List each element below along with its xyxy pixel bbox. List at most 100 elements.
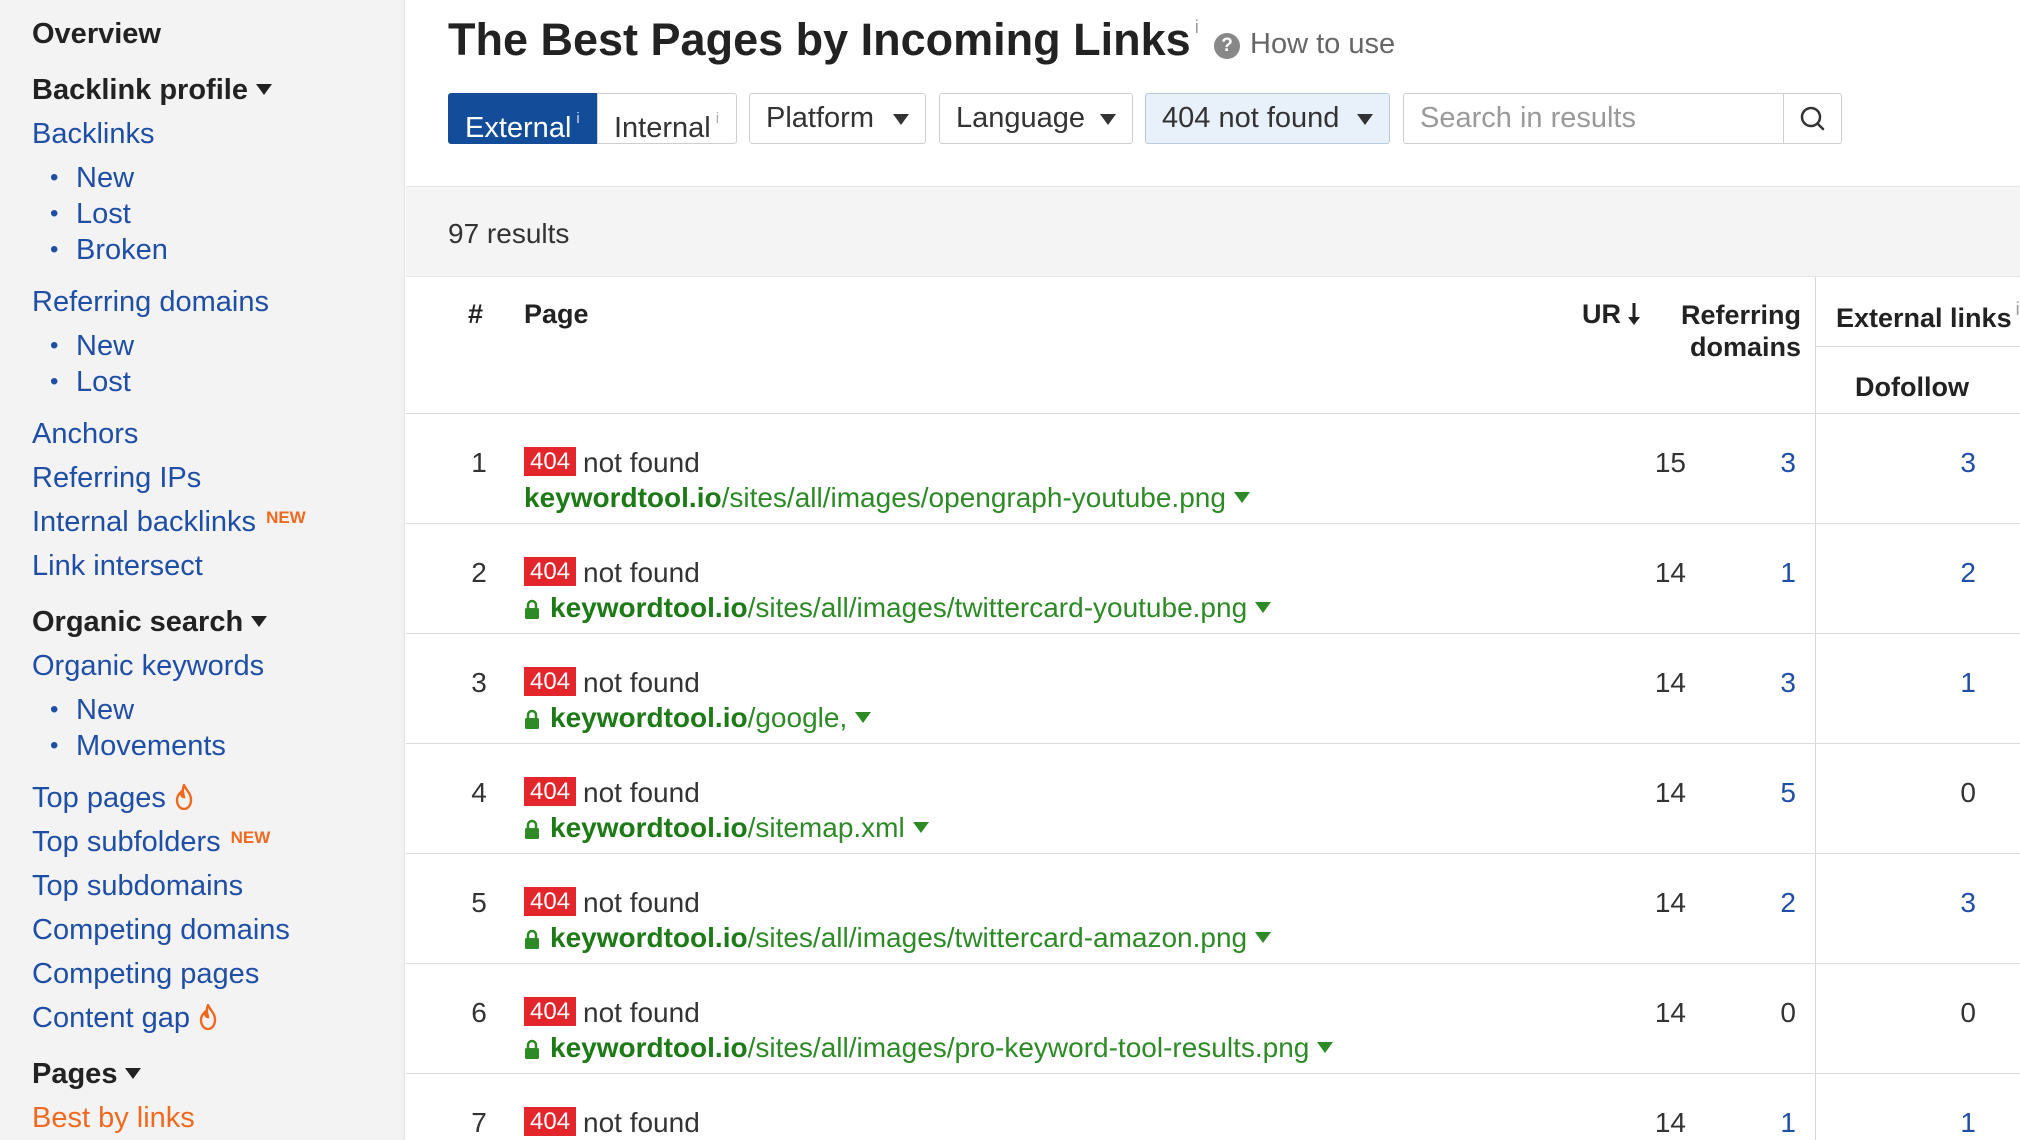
referring-domains-link[interactable]: 2 — [1716, 887, 1796, 919]
url-domain: keywordtool.io — [550, 702, 748, 733]
status-text: not found — [583, 557, 700, 588]
referring-domains-link[interactable]: 1 — [1716, 1107, 1796, 1139]
url-domain: keywordtool.io — [550, 812, 748, 843]
sidebar-item-content-gap[interactable]: Content gap — [32, 1002, 218, 1035]
sidebar-item-link-intersect[interactable]: Link intersect — [32, 550, 203, 583]
column-header-label: External links — [1836, 303, 2012, 333]
dofollow-link[interactable]: 1 — [1896, 1107, 1976, 1139]
lock-icon — [525, 929, 539, 949]
dofollow-link[interactable]: 3 — [1896, 887, 1976, 919]
internal-label: Internal — [614, 112, 711, 144]
dofollow-link[interactable]: 2 — [1896, 557, 1976, 589]
caret-down-icon[interactable] — [855, 712, 872, 724]
page-url-link[interactable]: keywordtool.io/sites/all/images/twitterc… — [524, 922, 1272, 954]
status-code-badge: 404 — [524, 1107, 577, 1136]
sidebar-item-backlinks-new[interactable]: New — [50, 162, 134, 195]
caret-down-icon[interactable] — [1317, 1042, 1334, 1054]
search-input[interactable] — [1403, 93, 1784, 144]
column-header-external-links: External links i — [1836, 299, 2020, 334]
column-header-line: domains — [1689, 332, 1801, 362]
sidebar-item-organic-keywords[interactable]: Organic keywords — [32, 650, 264, 683]
sidebar-item-competing-domains[interactable]: Competing domains — [32, 914, 290, 947]
column-header-page: Page — [524, 299, 589, 329]
row-number: 1 — [471, 447, 487, 478]
external-toggle[interactable]: External i — [448, 93, 598, 144]
sidebar-item-label: Content gap — [32, 1002, 191, 1034]
sidebar-item-best-by-links[interactable]: Best by links — [32, 1102, 195, 1135]
sidebar-item-competing-pages[interactable]: Competing pages — [32, 958, 259, 991]
question-icon: ? — [1214, 33, 1240, 59]
status-code-badge: 404 — [524, 667, 577, 696]
url-domain: keywordtool.io — [524, 482, 722, 513]
sidebar-item-internal-backlinks[interactable]: Internal backlinks NEW — [32, 506, 306, 539]
sidebar-item-referring-ips[interactable]: Referring IPs — [32, 462, 201, 495]
page-url-link[interactable]: keywordtool.io/sites/all/images/opengrap… — [524, 482, 1250, 514]
sidebar-item-refdomains-lost[interactable]: Lost — [50, 366, 131, 399]
results-table: # Page UR Referring domains External link… — [406, 277, 2020, 1140]
row-number: 3 — [471, 667, 487, 698]
status-label: 404 not found — [1162, 102, 1340, 134]
search-button[interactable] — [1783, 93, 1842, 144]
dofollow-link[interactable]: 1 — [1896, 667, 1976, 699]
caret-down-icon — [893, 114, 909, 125]
status-text: not found — [583, 447, 700, 478]
ur-value: 14 — [1654, 997, 1686, 1028]
caret-down-icon[interactable] — [1255, 602, 1272, 614]
search-icon — [1800, 106, 1825, 131]
sidebar-item-backlinks[interactable]: Backlinks — [32, 118, 155, 151]
caret-down-icon — [255, 83, 272, 95]
caret-down-icon[interactable] — [1255, 932, 1272, 944]
column-header-referring-domains[interactable]: Referring domains — [1676, 299, 1801, 363]
sidebar-item-referring-domains[interactable]: Referring domains — [32, 286, 269, 319]
sidebar-section-backlink-profile[interactable]: Backlink profile — [32, 74, 272, 107]
column-header-ur[interactable]: UR — [1582, 299, 1642, 330]
platform-dropdown[interactable]: Platform — [749, 93, 926, 144]
header-divider — [1815, 346, 2020, 347]
dofollow-link[interactable]: 3 — [1896, 447, 1976, 479]
language-dropdown[interactable]: Language — [939, 93, 1133, 144]
lock-icon — [525, 1039, 539, 1059]
caret-down-icon[interactable] — [912, 822, 929, 834]
status-text: not found — [583, 777, 700, 808]
page-url-link[interactable]: keywordtool.io/sites/all/images/twitterc… — [524, 592, 1272, 624]
status-code-badge: 404 — [524, 777, 577, 806]
how-to-use-link[interactable]: ? How to use — [1214, 28, 1395, 61]
info-icon: i — [576, 110, 580, 127]
referring-domains-link[interactable]: 3 — [1716, 447, 1796, 479]
internal-toggle[interactable]: Internal i — [597, 93, 737, 144]
caret-down-icon[interactable] — [1233, 492, 1250, 504]
sidebar-item-organic-new[interactable]: New — [50, 694, 134, 727]
dofollow-value: 0 — [1960, 777, 1976, 808]
sidebar-item-organic-movements[interactable]: Movements — [50, 730, 226, 763]
sidebar-section-organic-search[interactable]: Organic search — [32, 606, 268, 639]
page-url-link[interactable]: keywordtool.io/sites/all/images/pro-keyw… — [524, 1032, 1334, 1064]
url-domain: keywordtool.io — [550, 592, 748, 623]
sidebar-item-top-pages[interactable]: Top pages — [32, 782, 194, 815]
sidebar-item-anchors[interactable]: Anchors — [32, 418, 138, 451]
page-url-link[interactable]: keywordtool.io/sitemap.xml — [524, 812, 929, 844]
info-icon[interactable]: i — [1195, 17, 1199, 37]
sidebar: Overview Backlink profile Backlinks New … — [0, 0, 405, 1140]
url-path: /sitemap.xml — [747, 812, 905, 843]
page-url-link[interactable]: keywordtool.io/google, — [524, 702, 872, 734]
referring-domains-link[interactable]: 5 — [1716, 777, 1796, 809]
caret-down-icon — [251, 615, 268, 627]
sidebar-item-overview[interactable]: Overview — [32, 18, 161, 51]
row-number: 7 — [471, 1107, 487, 1138]
sidebar-item-backlinks-broken[interactable]: Broken — [50, 234, 168, 267]
sidebar-item-top-subdomains[interactable]: Top subdomains — [32, 870, 243, 903]
sidebar-item-refdomains-new[interactable]: New — [50, 330, 134, 363]
status-dropdown[interactable]: 404 not found — [1145, 93, 1390, 144]
table-row: 1 404 not found keywordtool.io/sites/all… — [406, 414, 2020, 524]
column-header-dofollow[interactable]: Dofollow — [1855, 372, 1969, 403]
url-path: /sites/all/images/pro-keyword-tool-resul… — [747, 1032, 1310, 1063]
fire-icon — [175, 784, 193, 810]
sidebar-item-top-subfolders[interactable]: Top subfolders NEW — [32, 826, 270, 859]
new-badge: NEW — [230, 828, 271, 847]
status-text: not found — [583, 667, 700, 698]
referring-domains-link[interactable]: 1 — [1716, 557, 1796, 589]
sidebar-section-pages[interactable]: Pages — [32, 1058, 142, 1091]
sidebar-item-backlinks-lost[interactable]: Lost — [50, 198, 131, 231]
ur-value: 14 — [1654, 887, 1686, 918]
referring-domains-link[interactable]: 3 — [1716, 667, 1796, 699]
